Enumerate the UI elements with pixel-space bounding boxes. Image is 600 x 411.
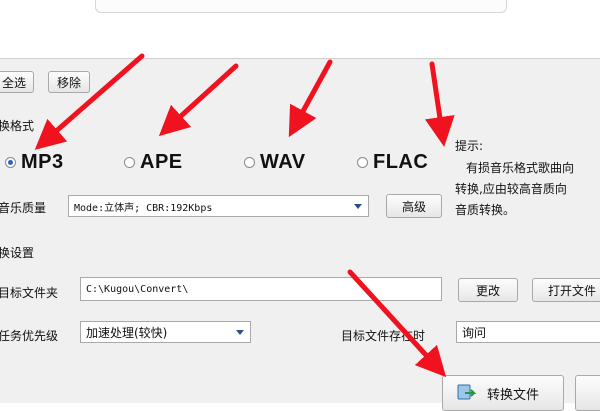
- hint-line-3: 音质转换。: [455, 203, 516, 217]
- file-exists-label: 目标文件存在时: [341, 329, 426, 343]
- hint-line-1: 有损音乐格式歌曲向: [466, 161, 575, 175]
- quality-label: 音乐质量: [0, 201, 47, 215]
- format-label-wav: WAV: [260, 151, 306, 173]
- remove-button[interactable]: 移除: [48, 71, 90, 93]
- radio-button-flac[interactable]: [357, 157, 368, 168]
- file-exists-select[interactable]: 询问: [456, 321, 600, 343]
- radio-button-mp3[interactable]: [5, 157, 16, 168]
- priority-label: 任务优先级: [0, 329, 59, 343]
- advanced-button[interactable]: 高级: [386, 194, 442, 218]
- radio-button-wav[interactable]: [244, 157, 255, 168]
- change-folder-button[interactable]: 更改: [458, 278, 518, 302]
- target-folder-label: 目标文件夹: [0, 286, 59, 300]
- priority-value: 加速处理(较快): [86, 325, 168, 340]
- priority-select[interactable]: 加速处理(较快): [80, 321, 251, 343]
- file-exists-value: 询问: [462, 325, 487, 340]
- quality-select[interactable]: Mode:立体声; CBR:192Kbps: [68, 195, 369, 217]
- format-option-flac[interactable]: FLAC: [357, 151, 428, 174]
- radio-selected-dot: [8, 160, 13, 165]
- radio-button-ape[interactable]: [124, 157, 135, 168]
- target-folder-input[interactable]: C:\Kugou\Convert\: [80, 277, 442, 301]
- converter-panel: 全选 移除 换格式 MP3 APE WAV FLAC 音乐质量 Mode:立体声…: [0, 58, 600, 411]
- format-option-ape[interactable]: APE: [124, 151, 183, 174]
- format-label-flac: FLAC: [373, 151, 429, 173]
- top-input-bar: [95, 0, 507, 13]
- hint-line-2: 转换,应由较高音质向: [455, 182, 567, 196]
- select-all-button[interactable]: 全选: [0, 71, 34, 93]
- format-section-title: 换格式: [0, 119, 35, 133]
- hint-title: 提示:: [455, 139, 484, 153]
- target-folder-value: C:\Kugou\Convert\: [86, 283, 189, 295]
- convert-file-label: 转换文件: [487, 387, 540, 403]
- chevron-down-icon: [354, 204, 362, 209]
- quality-value: Mode:立体声; CBR:192Kbps: [74, 202, 213, 214]
- convert-file-button[interactable]: 转换文件: [442, 375, 564, 411]
- open-folder-button[interactable]: 打开文件: [532, 278, 600, 302]
- format-option-wav[interactable]: WAV: [244, 151, 306, 174]
- settings-section-title: 换设置: [0, 246, 35, 260]
- format-label-ape: APE: [140, 151, 183, 173]
- convert-icon: [457, 384, 477, 400]
- format-label-mp3: MP3: [21, 151, 64, 173]
- format-option-mp3[interactable]: MP3: [5, 151, 64, 174]
- chevron-down-icon: [236, 330, 244, 335]
- secondary-action-button[interactable]: [575, 375, 600, 411]
